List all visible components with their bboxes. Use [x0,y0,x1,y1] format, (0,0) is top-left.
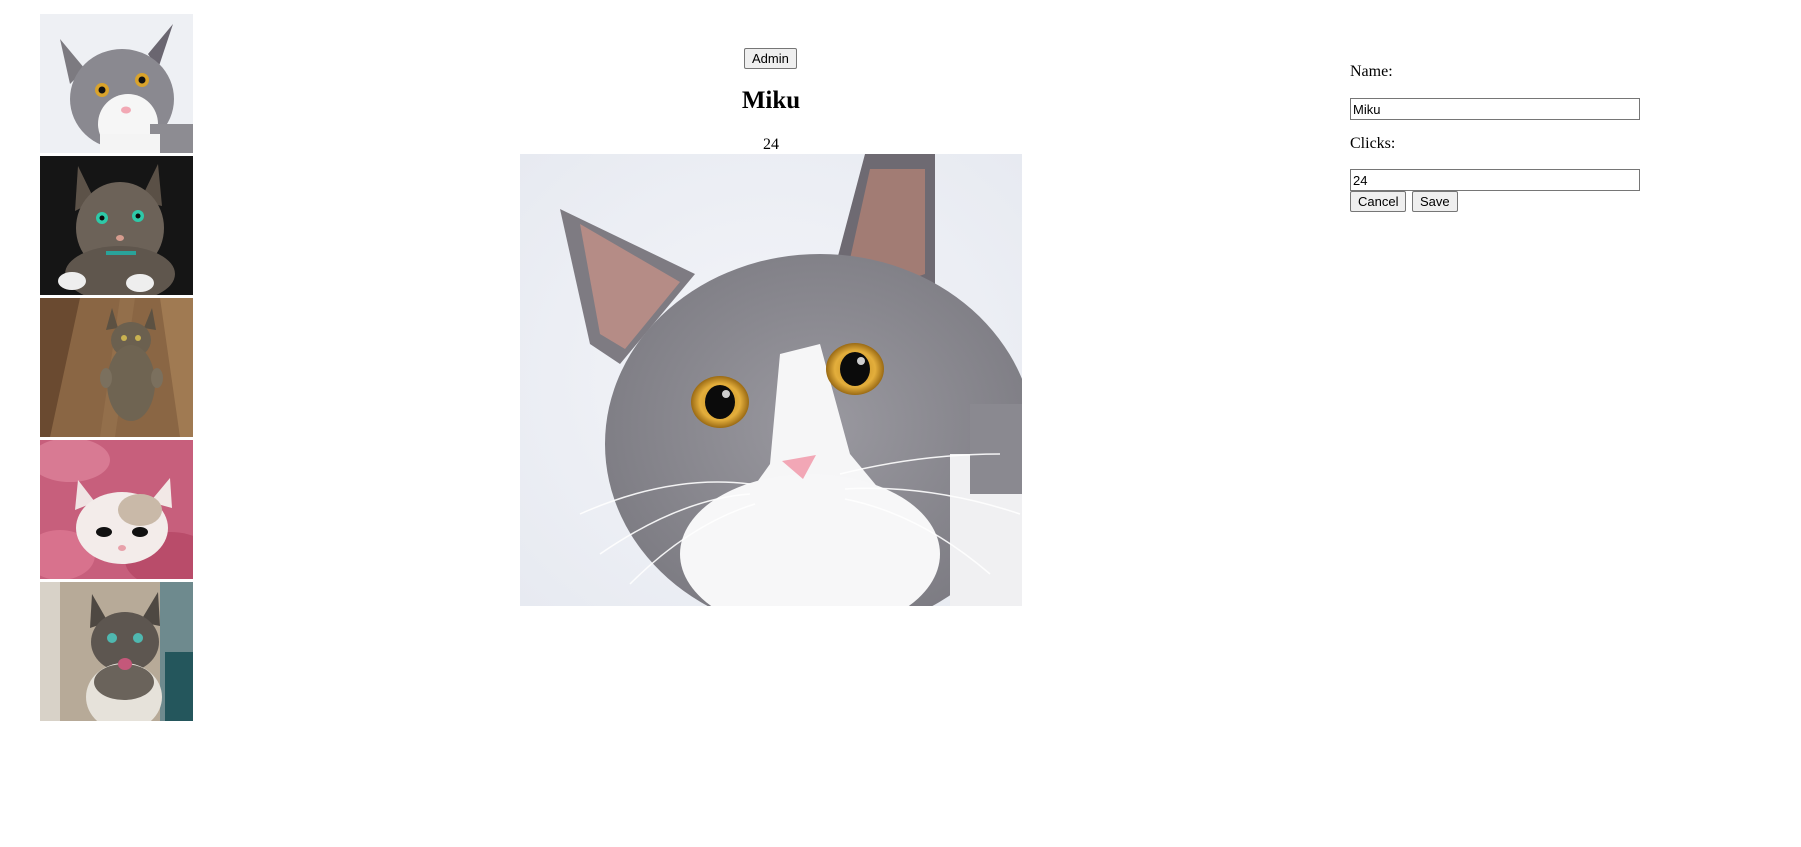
cat-list [40,14,193,724]
cat-thumbnail-4[interactable] [40,440,193,579]
cat-main-image[interactable] [520,154,1022,606]
cat-thumbnail-3[interactable] [40,298,193,437]
kitten-pink-blanket-photo-icon [40,440,193,579]
cat-name-title: Miku [741,87,801,114]
tabby-cat-meowing-photo-icon [40,582,193,721]
cancel-button[interactable]: Cancel [1350,191,1407,212]
admin-button[interactable]: Admin [744,48,797,69]
clicks-label: Clicks: [1350,135,1396,152]
tabby-cat-dark-photo-icon [40,156,193,295]
click-count: 24 [763,136,779,153]
cat-thumbnail-2[interactable] [40,156,193,295]
cat-thumbnail-1[interactable] [40,14,193,153]
cat-thumbnail-5[interactable] [40,582,193,721]
name-input[interactable] [1350,98,1640,120]
tabby-cat-standing-photo-icon [40,298,193,437]
clicks-input[interactable] [1350,169,1640,191]
save-button[interactable]: Save [1412,191,1458,212]
gray-white-cat-photo-icon [40,14,193,153]
name-label: Name: [1350,63,1393,80]
gray-white-cat-photo-icon [520,154,1022,606]
